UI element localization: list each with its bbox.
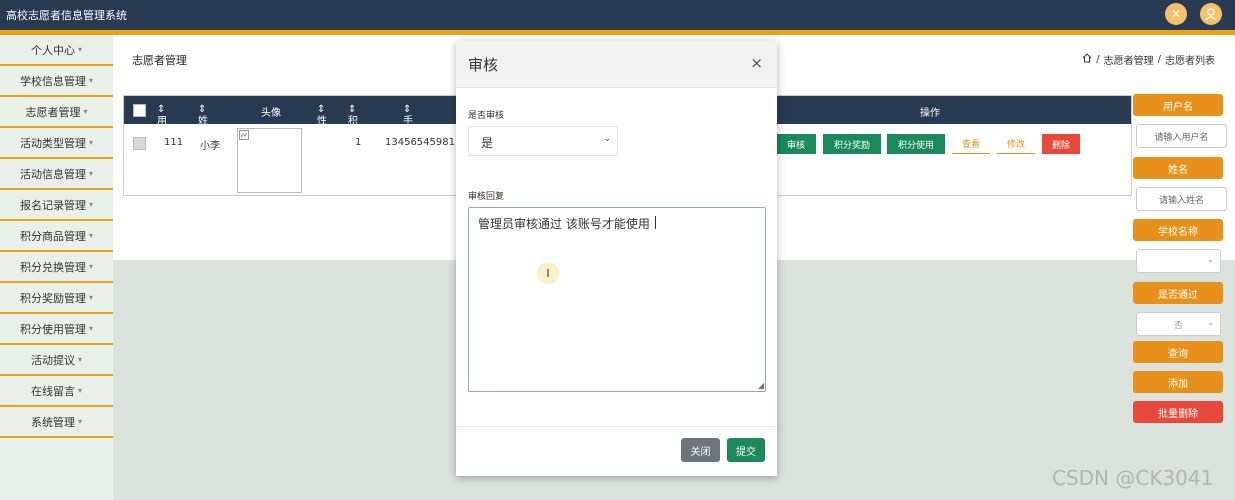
sidebar-item-personal-center[interactable]: 个人中心 ▾	[0, 35, 113, 66]
chevron-down-icon: ⌄	[603, 134, 611, 144]
column-header-phone[interactable]: 手机 ⇕	[403, 104, 413, 142]
reply-label: 审核回复	[468, 192, 505, 202]
page-title: 志愿者管理	[132, 54, 187, 67]
watermark: CSDN @CK3041	[1052, 466, 1214, 490]
name-input[interactable]: 请输入姓名	[1136, 187, 1227, 211]
audit-select[interactable]: 是 ⌄	[468, 126, 618, 156]
name-label: 姓名	[1133, 157, 1223, 179]
sidebar-item-system[interactable]: 系统管理 ▾	[0, 407, 113, 438]
school-select[interactable]: ⌄	[1136, 249, 1221, 273]
column-header-name[interactable]: 姓名 ⇕	[198, 104, 208, 142]
chevron-down-icon: ▾	[77, 45, 82, 54]
sidebar-item-volunteer[interactable]: 志愿者管理 ▾	[0, 97, 113, 128]
username-label: 用户名	[1133, 94, 1223, 116]
delete-button[interactable]: 删除	[1042, 134, 1080, 154]
submit-button[interactable]: 提交	[727, 438, 765, 462]
cell-phone: 13456545981	[385, 137, 455, 148]
column-header-actions: 操作	[920, 108, 940, 119]
text-caret	[655, 216, 656, 229]
close-icon[interactable]: ×	[750, 54, 763, 72]
sidebar-item-activity-type[interactable]: 活动类型管理 ▾	[0, 128, 113, 159]
chevron-down-icon: ▾	[88, 262, 93, 271]
column-header-username[interactable]: 用户名 ⇕	[157, 104, 167, 157]
chevron-down-icon: ⌄	[1207, 318, 1214, 327]
sidebar-item-online-message[interactable]: 在线留言 ▾	[0, 376, 113, 407]
cell-username: 111	[164, 137, 184, 148]
audit-label: 是否审核	[468, 111, 505, 121]
chevron-down-icon: ▾	[88, 138, 93, 147]
points-usage-button[interactable]: 积分使用	[887, 134, 945, 154]
mouse-cursor-icon: I	[537, 262, 559, 284]
sidebar-item-points-usage[interactable]: 积分使用管理 ▾	[0, 314, 113, 345]
chevron-down-icon: ▾	[88, 76, 93, 85]
add-button[interactable]: 添加	[1133, 371, 1223, 393]
row-checkbox[interactable]	[133, 137, 146, 150]
chevron-down-icon: ▾	[88, 231, 93, 240]
top-bar: 高校志愿者信息管理系统 ✕	[0, 0, 1235, 35]
chevron-down-icon: ▾	[88, 200, 93, 209]
dialog-header: 审核 ×	[456, 41, 777, 88]
sidebar-item-points-reward[interactable]: 积分奖励管理 ▾	[0, 283, 113, 314]
view-button[interactable]: 查看	[952, 134, 990, 154]
audit-dialog: 审核 × 是否审核 是 ⌄ 审核回复 管理员审核通过 该账号才能使用 ◢ 关闭 …	[456, 41, 777, 476]
close-button[interactable]: 关闭	[681, 438, 720, 462]
chevron-down-icon: ▾	[83, 107, 88, 116]
sidebar-item-signup-records[interactable]: 报名记录管理 ▾	[0, 190, 113, 221]
sidebar-item-points-exchange[interactable]: 积分兑换管理 ▾	[0, 252, 113, 283]
column-header-points[interactable]: 积分 ⇕	[348, 104, 358, 142]
tools-icon[interactable]: ✕	[1165, 3, 1187, 25]
audit-button[interactable]: 审核	[776, 134, 816, 154]
dialog-footer-divider	[456, 426, 777, 427]
chevron-down-icon: ▾	[77, 417, 82, 426]
avatar	[237, 128, 302, 193]
approved-label: 是否通过	[1133, 282, 1223, 304]
chevron-down-icon: ⌄	[1207, 255, 1214, 264]
column-header-avatar: 头像	[261, 108, 281, 119]
chevron-down-icon: ▾	[88, 293, 93, 302]
sidebar-item-school-info[interactable]: 学校信息管理 ▾	[0, 66, 113, 97]
resize-handle-icon[interactable]: ◢	[758, 381, 764, 390]
chevron-down-icon: ▾	[88, 324, 93, 333]
username-input[interactable]: 请输入用户名	[1136, 124, 1227, 148]
sidebar: 个人中心 ▾ 学校信息管理 ▾ 志愿者管理 ▾ 活动类型管理 ▾ 活动信息管理 ▾ 报名记…	[0, 35, 113, 500]
select-all-checkbox[interactable]	[133, 104, 146, 117]
dialog-title: 审核	[468, 56, 499, 74]
points-reward-button[interactable]: 积分奖励	[823, 134, 881, 154]
chevron-down-icon: ▾	[77, 355, 82, 364]
chevron-down-icon: ▾	[88, 169, 93, 178]
approved-select[interactable]: 否 ⌄	[1136, 312, 1221, 336]
reply-textarea[interactable]: 管理员审核通过 该账号才能使用 ◢	[468, 207, 766, 392]
batch-delete-button[interactable]: 批量删除	[1133, 401, 1223, 423]
query-button[interactable]: 查询	[1133, 341, 1223, 363]
breadcrumb-item[interactable]: 志愿者管理	[1104, 52, 1154, 67]
home-icon[interactable]	[1082, 53, 1092, 66]
sidebar-item-points-goods[interactable]: 积分商品管理 ▾	[0, 221, 113, 252]
breadcrumb: / 志愿者管理 / 志愿者列表	[1082, 52, 1215, 67]
edit-button[interactable]: 修改	[997, 134, 1035, 154]
sidebar-item-activity-info[interactable]: 活动信息管理 ▾	[0, 159, 113, 190]
app-title: 高校志愿者信息管理系统	[6, 9, 127, 22]
sidebar-item-activity-proposal[interactable]: 活动提议 ▾	[0, 345, 113, 376]
column-header-gender[interactable]: 性别 ⇕	[317, 104, 327, 142]
cell-name: 小李	[200, 141, 220, 152]
school-label: 学校名称	[1133, 219, 1223, 241]
chevron-down-icon: ▾	[77, 386, 82, 395]
user-icon[interactable]	[1200, 3, 1222, 25]
cell-points: 1	[355, 137, 362, 148]
breadcrumb-item: 志愿者列表	[1165, 56, 1215, 67]
